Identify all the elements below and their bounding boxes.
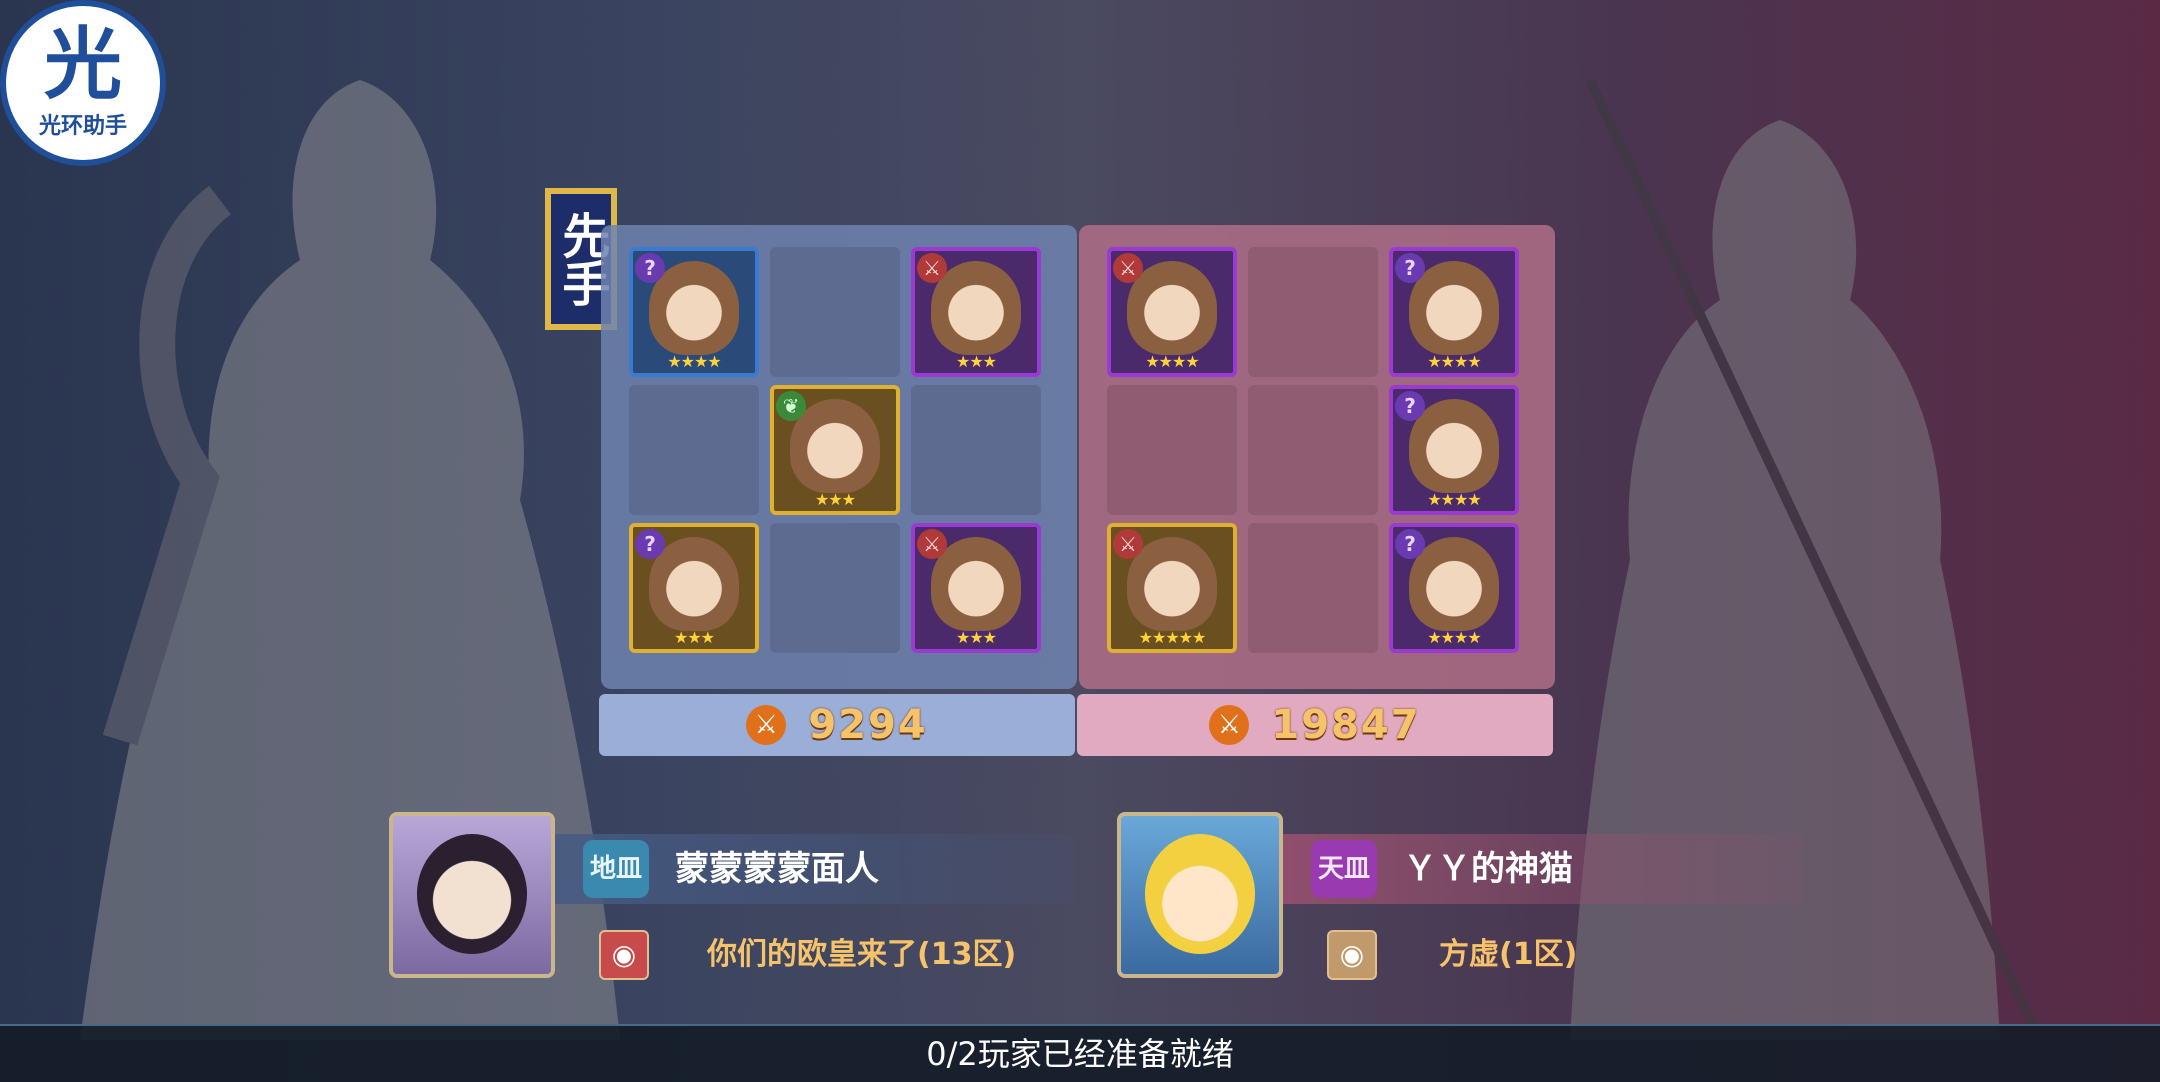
hero-class-icon: ?: [1395, 253, 1425, 283]
left-player-namebar: 地皿 蒙蒙蒙蒙面人: [555, 834, 1075, 904]
left-player-avatar[interactable]: [389, 812, 555, 978]
hero-class-icon: ?: [1395, 529, 1425, 559]
hero-class-icon: ?: [635, 529, 665, 559]
hero-slot[interactable]: ? ★★★★: [1389, 523, 1519, 653]
hero-star-rating: ★★★★: [667, 352, 721, 371]
empty-formation-slot[interactable]: [770, 247, 900, 377]
right-player-name: ＹＹ的神猫: [1403, 849, 1573, 889]
left-player-name: 蒙蒙蒙蒙面人: [675, 849, 879, 889]
app-logo[interactable]: 光 光环助手: [0, 0, 166, 166]
empty-formation-slot[interactable]: [770, 523, 900, 653]
hero-star-rating: ★★★★: [1427, 352, 1481, 371]
power-icon: ⚔: [746, 705, 787, 745]
hero-slot[interactable]: ? ★★★★: [1389, 385, 1519, 515]
server-icon: ◉: [599, 930, 649, 980]
hero-star-rating: ★★★★: [1427, 490, 1481, 509]
right-player-avatar[interactable]: [1117, 812, 1283, 978]
hero-star-rating: ★★★: [814, 490, 856, 509]
hero-slot[interactable]: ? ★★★★: [1389, 247, 1519, 377]
hero-slot[interactable]: ⚔ ★★★★★: [1107, 523, 1237, 653]
hero-slot[interactable]: ? ★★★★: [629, 247, 759, 377]
first-move-label: 先手: [553, 211, 610, 307]
left-player-server: 你们的欧皇来了(13区): [707, 937, 1017, 972]
hero-slot[interactable]: ⚔ ★★★: [911, 247, 1041, 377]
hero-star-rating: ★★★★: [1145, 352, 1199, 371]
left-rank-badge: 地皿: [583, 840, 649, 898]
right-power-value: 19847: [1271, 702, 1421, 748]
right-team-grid: ⚔ ★★★★? ★★★★? ★★★★ ⚔ ★★★★★? ★★★★: [1107, 247, 1519, 653]
empty-formation-slot[interactable]: [1248, 385, 1378, 515]
left-power-value: 9294: [808, 702, 928, 748]
logo-glyph: 光: [43, 20, 122, 110]
hero-star-rating: ★★★: [955, 628, 997, 647]
hero-slot[interactable]: ❦ ★★★: [770, 385, 900, 515]
empty-formation-slot[interactable]: [629, 385, 759, 515]
hero-star-rating: ★★★: [673, 628, 715, 647]
hero-class-icon: ⚔: [917, 253, 947, 283]
right-player-card: 天皿 ＹＹ的神猫 ◉ 方虚(1区): [1117, 812, 1817, 982]
hero-class-icon: ❦: [776, 391, 806, 421]
hero-slot[interactable]: ⚔ ★★★: [911, 523, 1041, 653]
left-power-bar: ⚔ 9294: [599, 694, 1075, 756]
right-rank-badge: 天皿: [1311, 840, 1377, 898]
hero-slot[interactable]: ? ★★★: [629, 523, 759, 653]
hero-class-icon: ⚔: [1113, 529, 1143, 559]
right-power-bar: ⚔ 19847: [1077, 694, 1553, 756]
empty-formation-slot[interactable]: [1107, 385, 1237, 515]
hero-class-icon: ⚔: [1113, 253, 1143, 283]
hero-class-icon: ⚔: [917, 529, 947, 559]
hero-slot[interactable]: ⚔ ★★★★: [1107, 247, 1237, 377]
power-icon: ⚔: [1209, 705, 1250, 745]
server-icon: ◉: [1327, 930, 1377, 980]
empty-formation-slot[interactable]: [1248, 247, 1378, 377]
empty-formation-slot[interactable]: [911, 385, 1041, 515]
hero-star-rating: ★★★★: [1427, 628, 1481, 647]
left-team-panel: ? ★★★★ ⚔ ★★★ ❦ ★★★? ★★★ ⚔ ★★★: [601, 225, 1077, 689]
ready-status-bar: 0/2玩家已经准备就绪: [0, 1024, 2160, 1082]
right-player-server: 方虚(1区): [1439, 937, 1578, 972]
ready-status-text: 0/2玩家已经准备就绪: [926, 1035, 1234, 1073]
hero-star-rating: ★★★: [955, 352, 997, 371]
right-team-panel: ⚔ ★★★★? ★★★★? ★★★★ ⚔ ★★★★★? ★★★★: [1079, 225, 1555, 689]
hero-class-icon: ?: [635, 253, 665, 283]
hero-star-rating: ★★★★★: [1138, 628, 1207, 647]
right-player-namebar: 天皿 ＹＹ的神猫: [1283, 834, 1803, 904]
left-team-grid: ? ★★★★ ⚔ ★★★ ❦ ★★★? ★★★ ⚔ ★★★: [629, 247, 1041, 653]
logo-caption: 光环助手: [38, 114, 127, 139]
left-player-card: 地皿 蒙蒙蒙蒙面人 ◉ 你们的欧皇来了(13区): [389, 812, 1089, 982]
hero-class-icon: ?: [1395, 391, 1425, 421]
empty-formation-slot[interactable]: [1248, 523, 1378, 653]
